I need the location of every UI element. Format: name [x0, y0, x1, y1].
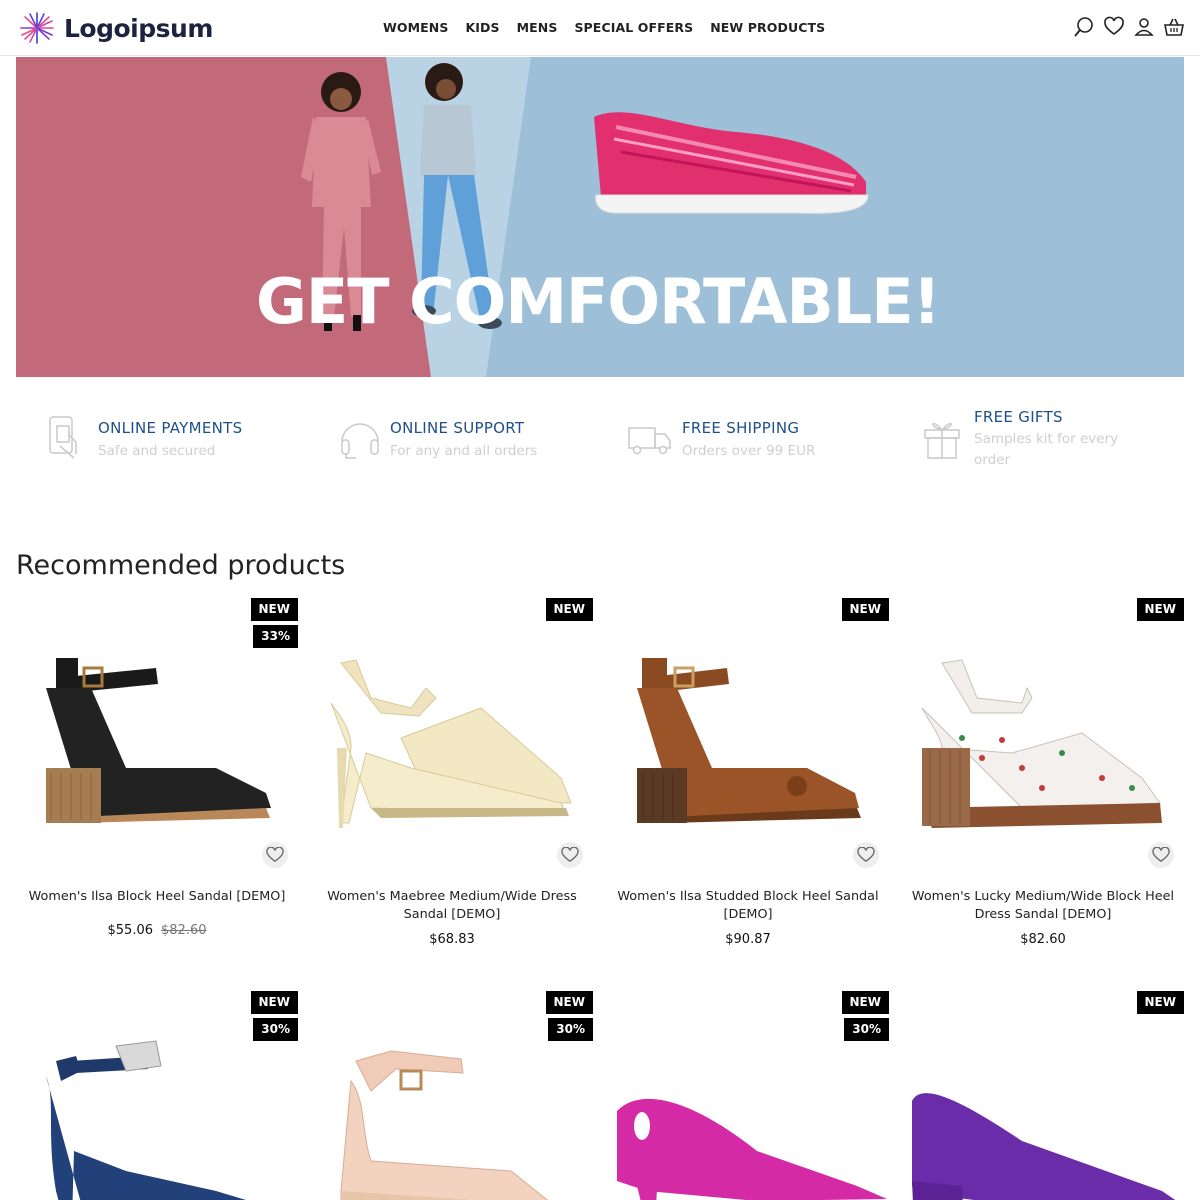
current-price: $68.83: [429, 932, 475, 947]
new-badge: NEW: [250, 991, 298, 1014]
gift-icon: [924, 422, 960, 459]
product-image[interactable]: [16, 1021, 298, 1200]
feature-title: ONLINE PAYMENTS: [98, 419, 243, 437]
feature-free-shipping: FREE SHIPPING Orders over 99 EUR: [628, 400, 890, 480]
product-name[interactable]: Women's Ilsa Block Heel Sandal [DEMO]: [16, 888, 298, 906]
logo-icon: [20, 12, 54, 44]
feature-subtitle: For any and all orders: [390, 443, 538, 459]
badge-group: NEW 33%: [250, 598, 298, 648]
wishlist-button[interactable]: [262, 842, 288, 868]
nav-item-womens[interactable]: WOMENS: [383, 20, 448, 35]
product-image[interactable]: [16, 628, 298, 858]
discount-badge: 30%: [844, 1018, 889, 1041]
current-price: $55.06: [107, 923, 154, 938]
logo-text: Logoipsum: [64, 13, 213, 43]
product-card[interactable]: NEW 30%: [16, 991, 298, 1200]
product-name[interactable]: Women's Lucky Medium/Wide Block Heel Dre…: [902, 888, 1184, 924]
product-card[interactable]: NEW: [902, 991, 1184, 1200]
feature-free-gifts: FREE GIFTS Samples kit for every order: [922, 400, 1182, 480]
badge-group: NEW 30%: [841, 991, 889, 1041]
product-image[interactable]: [311, 628, 593, 858]
nav-item-special-offers[interactable]: SPECIAL OFFERS: [574, 20, 693, 35]
product-image[interactable]: [902, 1021, 1184, 1200]
product-image[interactable]: [607, 628, 889, 858]
feature-subtitle: Orders over 99 EUR: [682, 443, 816, 459]
product-image[interactable]: [902, 628, 1184, 858]
hero-banner[interactable]: GET COMFORTABLE!: [16, 57, 1184, 377]
truck-icon: [628, 427, 671, 455]
new-badge: NEW: [250, 598, 298, 621]
product-card[interactable]: NEW 30%: [311, 991, 593, 1200]
nav-item-new-products[interactable]: NEW PRODUCTS: [710, 20, 825, 35]
badge-group: NEW 30%: [545, 991, 593, 1041]
heart-icon: [857, 847, 875, 863]
feature-subtitle: Samples kit for every order: [974, 431, 1119, 468]
product-name[interactable]: Women's Maebree Medium/Wide Dress Sandal…: [311, 888, 593, 924]
discount-badge: 30%: [548, 1018, 593, 1041]
heart-icon: [266, 847, 284, 863]
new-badge: NEW: [1136, 598, 1184, 621]
nav-item-mens[interactable]: MENS: [517, 20, 558, 35]
feature-title: ONLINE SUPPORT: [390, 419, 525, 437]
product-name[interactable]: Women's Ilsa Studded Block Heel Sandal […: [607, 888, 889, 924]
header-actions: [1074, 16, 1184, 38]
new-badge: NEW: [841, 598, 889, 621]
search-icon[interactable]: [1074, 16, 1094, 38]
feature-title: FREE GIFTS: [974, 408, 1063, 426]
new-badge: NEW: [841, 991, 889, 1014]
badge-group: NEW: [1136, 991, 1184, 1014]
payment-card-icon: [49, 416, 77, 459]
heart-icon[interactable]: [1104, 16, 1124, 38]
product-price: $55.06 $82.60: [16, 923, 298, 938]
badge-group: NEW 30%: [250, 991, 298, 1041]
site-header: Logoipsum WOMENS KIDS MENS SPECIAL OFFER…: [0, 0, 1200, 56]
section-title-recommended: Recommended products: [16, 550, 346, 581]
new-badge: NEW: [1136, 991, 1184, 1014]
feature-strip: ONLINE PAYMENTS Safe and secured ONLINE …: [0, 400, 1200, 480]
feature-subtitle: Safe and secured: [98, 443, 216, 459]
product-price: $68.83: [311, 932, 593, 947]
discount-badge: 33%: [253, 625, 298, 648]
badge-group: NEW: [545, 598, 593, 621]
wishlist-button[interactable]: [1148, 842, 1174, 868]
basket-icon[interactable]: [1164, 16, 1184, 38]
product-image[interactable]: [311, 1021, 593, 1200]
new-badge: NEW: [545, 598, 593, 621]
product-image[interactable]: [607, 1021, 889, 1200]
old-price: $82.60: [161, 923, 207, 938]
new-badge: NEW: [545, 991, 593, 1014]
logo[interactable]: Logoipsum: [18, 10, 213, 46]
headphones-icon: [341, 423, 379, 459]
nav-item-kids[interactable]: KIDS: [465, 20, 499, 35]
heart-icon: [1152, 847, 1170, 863]
product-price: $90.87: [607, 932, 889, 947]
feature-online-support: ONLINE SUPPORT For any and all orders: [338, 400, 598, 480]
user-icon[interactable]: [1134, 16, 1154, 38]
heart-icon: [561, 847, 579, 863]
current-price: $90.87: [725, 932, 771, 947]
product-card[interactable]: NEW 30%: [607, 991, 889, 1200]
hero-title: GET COMFORTABLE!: [256, 265, 941, 338]
hero-sneaker: [594, 112, 869, 214]
wishlist-button[interactable]: [557, 842, 583, 868]
current-price: $82.60: [1020, 932, 1066, 947]
wishlist-button[interactable]: [853, 842, 879, 868]
feature-online-payments: ONLINE PAYMENTS Safe and secured: [46, 400, 306, 480]
discount-badge: 30%: [253, 1018, 298, 1041]
badge-group: NEW: [1136, 598, 1184, 621]
feature-title: FREE SHIPPING: [682, 419, 800, 437]
badge-group: NEW: [841, 598, 889, 621]
main-nav: WOMENS KIDS MENS SPECIAL OFFERS NEW PROD…: [383, 20, 825, 35]
product-price: $82.60: [902, 932, 1184, 947]
